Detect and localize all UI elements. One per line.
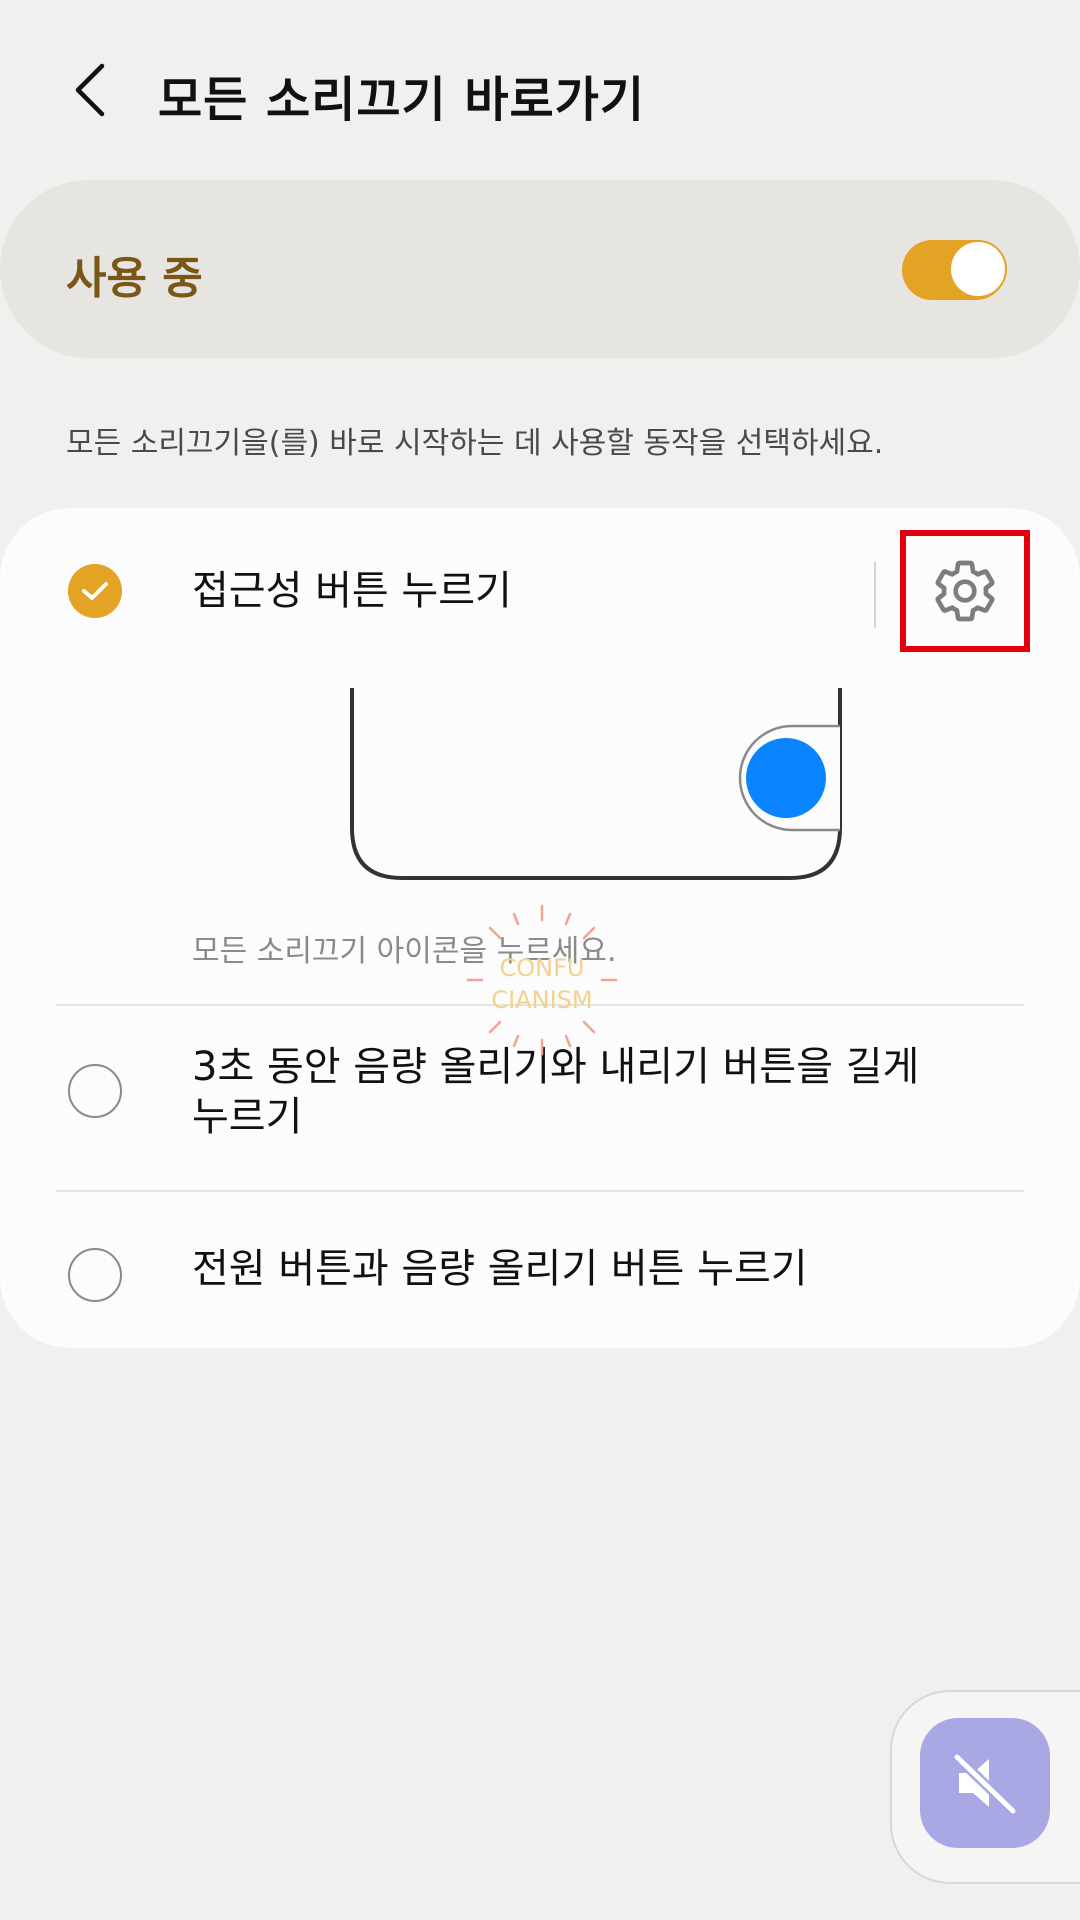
- option-power-volume-up[interactable]: 전원 버튼과 음량 올리기 버튼 누르기: [0, 1192, 1080, 1348]
- description-text: 모든 소리끄기을(를) 바로 시작하는 데 사용할 동작을 선택하세요.: [66, 426, 884, 461]
- accessibility-dot-icon: [746, 738, 826, 818]
- back-button[interactable]: [60, 55, 120, 125]
- radio-unchecked[interactable]: [68, 1064, 122, 1118]
- master-switch-label: 사용 중: [66, 253, 203, 304]
- option-label: 접근성 버튼 누르기: [192, 568, 512, 614]
- app-header: 모든 소리끄기 바로가기: [0, 0, 1080, 180]
- radio-unchecked[interactable]: [68, 1248, 122, 1302]
- check-icon: [82, 582, 108, 600]
- radio-checked[interactable]: [68, 564, 122, 618]
- accessibility-button-illustration: [340, 688, 860, 888]
- master-switch-card[interactable]: 사용 중: [0, 180, 1080, 358]
- mute-shortcut-icon-bg: [920, 1718, 1050, 1848]
- option-label-line2: 누르기: [192, 1094, 303, 1140]
- toggle-knob: [949, 240, 1007, 298]
- options-card: 접근성 버튼 누르기 모든 소리끄기 아이콘을 누르세요. 3초 동안 음량 올…: [0, 508, 1080, 1348]
- mute-speaker-icon: [952, 1752, 1018, 1816]
- chevron-left-icon: [75, 63, 105, 117]
- mute-shortcut-floating-button[interactable]: [890, 1690, 1080, 1884]
- option-label: 전원 버튼과 음량 올리기 버튼 누르기: [192, 1246, 808, 1292]
- settings-button[interactable]: [900, 530, 1030, 652]
- option-caption: 모든 소리끄기 아이콘을 누르세요.: [192, 934, 617, 969]
- option-volume-keys-hold[interactable]: 3초 동안 음량 올리기와 내리기 버튼을 길게 누르기: [0, 1006, 1080, 1188]
- option-accessibility-button[interactable]: 접근성 버튼 누르기: [0, 508, 874, 688]
- master-toggle[interactable]: [902, 240, 1007, 300]
- phone-bottom-illustration: [350, 688, 842, 880]
- gear-icon: [935, 560, 995, 622]
- option-label-line1: 3초 동안 음량 올리기와 내리기 버튼을 길게: [192, 1044, 920, 1090]
- vertical-divider: [874, 562, 876, 628]
- page-title: 모든 소리끄기 바로가기: [158, 72, 646, 128]
- option-label: 3초 동안 음량 올리기와 내리기 버튼을 길게 누르기: [192, 1042, 919, 1142]
